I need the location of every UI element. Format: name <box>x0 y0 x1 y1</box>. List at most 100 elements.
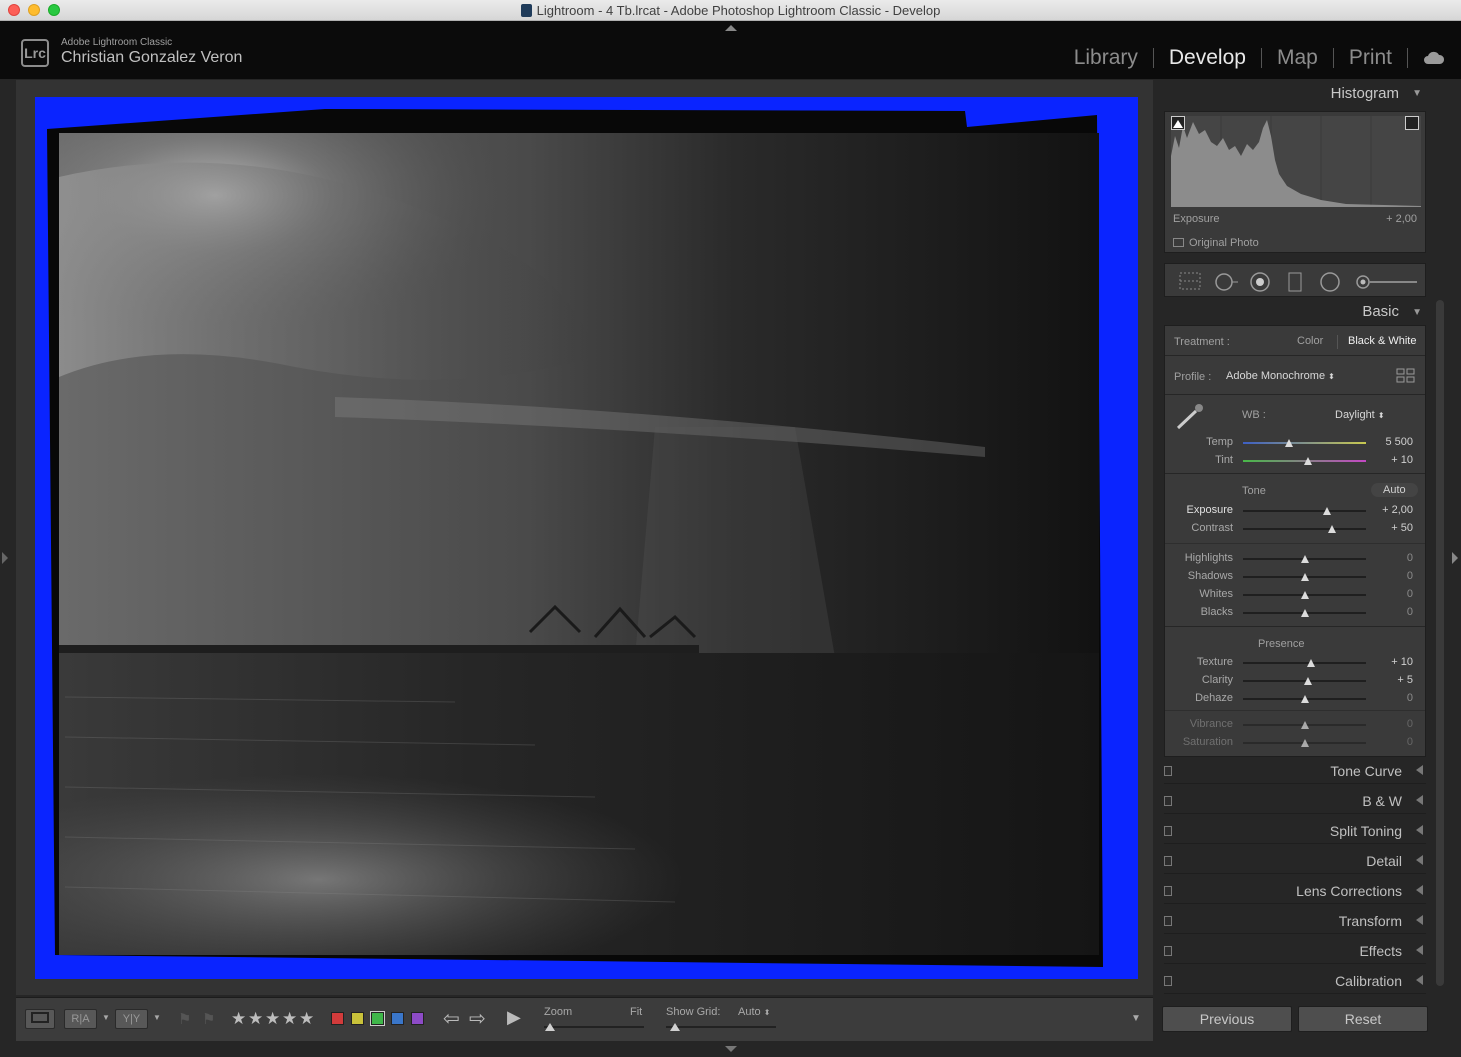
graduated-filter-icon[interactable] <box>1288 272 1302 292</box>
flag-pick-icon[interactable]: ⚑ <box>178 1010 191 1028</box>
contrast-slider-handle[interactable] <box>1327 525 1336 533</box>
bw-panel-header[interactable]: B & W <box>1164 788 1426 814</box>
panel-toggle-switch[interactable] <box>1164 856 1172 866</box>
reset-button[interactable]: Reset <box>1298 1006 1428 1032</box>
flag-reject-icon[interactable]: ⚑ <box>202 1010 215 1028</box>
right-panel-scrollbar[interactable] <box>1436 300 1444 986</box>
photo-preview[interactable] <box>35 97 1138 979</box>
module-develop[interactable]: Develop <box>1169 46 1246 70</box>
previous-photo-arrow-icon[interactable]: ⇦ <box>443 1006 460 1031</box>
contrast-slider-track[interactable] <box>1243 528 1366 530</box>
cloud-icon[interactable] <box>1423 51 1445 65</box>
chevron-down-icon[interactable]: ▼ <box>102 1013 110 1022</box>
dehaze-slider-handle[interactable] <box>1300 695 1309 703</box>
image-canvas[interactable] <box>16 80 1153 995</box>
zoom-slider-handle[interactable] <box>545 1023 555 1031</box>
detail-panel-header[interactable]: Detail <box>1164 848 1426 874</box>
shadows-slider-handle[interactable] <box>1300 573 1309 581</box>
loupe-view-button[interactable] <box>25 1009 55 1029</box>
star-3-icon[interactable]: ★ <box>265 1009 280 1029</box>
texture-slider-track[interactable] <box>1243 662 1366 664</box>
basic-panel-title[interactable]: Basic <box>1362 303 1399 320</box>
lens-corrections-panel-header[interactable]: Lens Corrections <box>1164 878 1426 904</box>
color-label-blue[interactable] <box>391 1012 404 1025</box>
histogram-title[interactable]: Histogram <box>1331 85 1399 102</box>
color-label-yellow[interactable] <box>351 1012 364 1025</box>
texture-slider-handle[interactable] <box>1306 659 1315 667</box>
triangle-up-icon <box>1407 120 1417 128</box>
crop-tool-icon[interactable] <box>1179 272 1201 290</box>
whites-slider-handle[interactable] <box>1300 591 1309 599</box>
star-1-icon[interactable]: ★ <box>231 1009 246 1029</box>
zoom-slider-track[interactable] <box>544 1026 644 1028</box>
effects-panel-header[interactable]: Effects <box>1164 938 1426 964</box>
temp-slider-track[interactable] <box>1243 442 1366 444</box>
color-label-red[interactable] <box>331 1012 344 1025</box>
panel-toggle-switch[interactable] <box>1164 826 1172 836</box>
calibration-panel-header[interactable]: Calibration <box>1164 968 1426 994</box>
profile-select[interactable]: Adobe Monochrome ⬍ <box>1226 370 1335 382</box>
adjustment-brush-icon[interactable] <box>1355 272 1419 292</box>
next-photo-arrow-icon[interactable]: ⇨ <box>469 1006 486 1031</box>
star-2-icon[interactable]: ★ <box>248 1009 263 1029</box>
toolbar-menu-chevron-icon[interactable]: ▼ <box>1131 1013 1141 1024</box>
split-toning-panel-header[interactable]: Split Toning <box>1164 818 1426 844</box>
collapse-basic-icon[interactable]: ▼ <box>1412 307 1422 318</box>
wb-select[interactable]: Daylight ⬍ <box>1335 409 1385 421</box>
profile-browser-grid-icon[interactable] <box>1396 368 1416 384</box>
star-4-icon[interactable]: ★ <box>282 1009 297 1029</box>
expand-filmstrip-arrow-icon[interactable] <box>1452 552 1458 564</box>
color-label-purple[interactable] <box>411 1012 424 1025</box>
color-label-green[interactable] <box>370 1011 385 1026</box>
clarity-slider-handle[interactable] <box>1303 677 1312 685</box>
panel-toggle-switch[interactable] <box>1164 886 1172 896</box>
auto-tone-button[interactable]: Auto <box>1371 483 1418 497</box>
module-print[interactable]: Print <box>1349 46 1392 70</box>
panel-toggle-switch[interactable] <box>1164 946 1172 956</box>
highlights-slider-handle[interactable] <box>1300 555 1309 563</box>
hide-filmstrip-arrow-icon[interactable] <box>725 1046 737 1052</box>
radial-filter-icon[interactable] <box>1319 272 1341 292</box>
transform-panel-header[interactable]: Transform <box>1164 908 1426 934</box>
up-down-chevron-icon: ⬍ <box>763 1008 771 1017</box>
blacks-slider-handle[interactable] <box>1300 609 1309 617</box>
tone-curve-panel-header[interactable]: Tone Curve <box>1164 758 1426 784</box>
show-grid-select[interactable]: Auto ⬍ <box>738 1006 770 1018</box>
clarity-label: Clarity <box>1201 674 1233 686</box>
panel-toggle-switch[interactable] <box>1164 766 1172 776</box>
exposure-slider-track[interactable] <box>1243 510 1366 512</box>
histogram-panel[interactable]: Exposure + 2,00 Original Photo <box>1164 111 1426 253</box>
module-library[interactable]: Library <box>1074 46 1138 70</box>
collapse-histogram-icon[interactable]: ▼ <box>1412 88 1422 99</box>
panel-toggle-switch[interactable] <box>1164 976 1172 986</box>
panel-toggle-switch[interactable] <box>1164 916 1172 926</box>
tint-slider-handle[interactable] <box>1304 457 1313 465</box>
before-after-left-right-button[interactable]: R|A <box>64 1009 97 1029</box>
basic-panel: Treatment : Color Black & White Profile … <box>1164 325 1426 757</box>
vibrance-slider-handle[interactable] <box>1300 721 1309 729</box>
before-after-top-bottom-button[interactable]: Y|Y <box>115 1009 148 1029</box>
treatment-color-option[interactable]: Color <box>1297 335 1323 347</box>
temp-slider-handle[interactable] <box>1284 439 1293 447</box>
grid-opacity-slider-track[interactable] <box>666 1026 776 1028</box>
exposure-label: Exposure <box>1186 504 1233 516</box>
module-map[interactable]: Map <box>1277 46 1318 70</box>
red-eye-icon[interactable] <box>1249 272 1271 292</box>
eyedropper-icon[interactable] <box>1174 402 1208 432</box>
panel-toggle-switch[interactable] <box>1164 796 1172 806</box>
previous-button[interactable]: Previous <box>1162 1006 1292 1032</box>
slideshow-play-icon[interactable]: ▶ <box>507 1007 521 1028</box>
histogram-label: Exposure <box>1173 213 1220 225</box>
saturation-slider-handle[interactable] <box>1300 739 1309 747</box>
spot-removal-icon[interactable] <box>1213 272 1239 292</box>
highlight-clipping-toggle[interactable] <box>1405 116 1419 130</box>
grid-opacity-slider-handle[interactable] <box>670 1023 680 1031</box>
shadow-clipping-toggle[interactable] <box>1171 116 1185 130</box>
hide-top-panel-arrow-icon[interactable] <box>725 25 737 31</box>
star-5-icon[interactable]: ★ <box>299 1009 314 1029</box>
chevron-down-icon[interactable]: ▼ <box>153 1013 161 1022</box>
treatment-bw-option[interactable]: Black & White <box>1348 335 1416 347</box>
exposure-slider-handle[interactable] <box>1322 507 1331 515</box>
expand-left-panel-arrow-icon[interactable] <box>2 552 8 564</box>
original-photo-checkbox[interactable]: Original Photo <box>1173 237 1259 249</box>
